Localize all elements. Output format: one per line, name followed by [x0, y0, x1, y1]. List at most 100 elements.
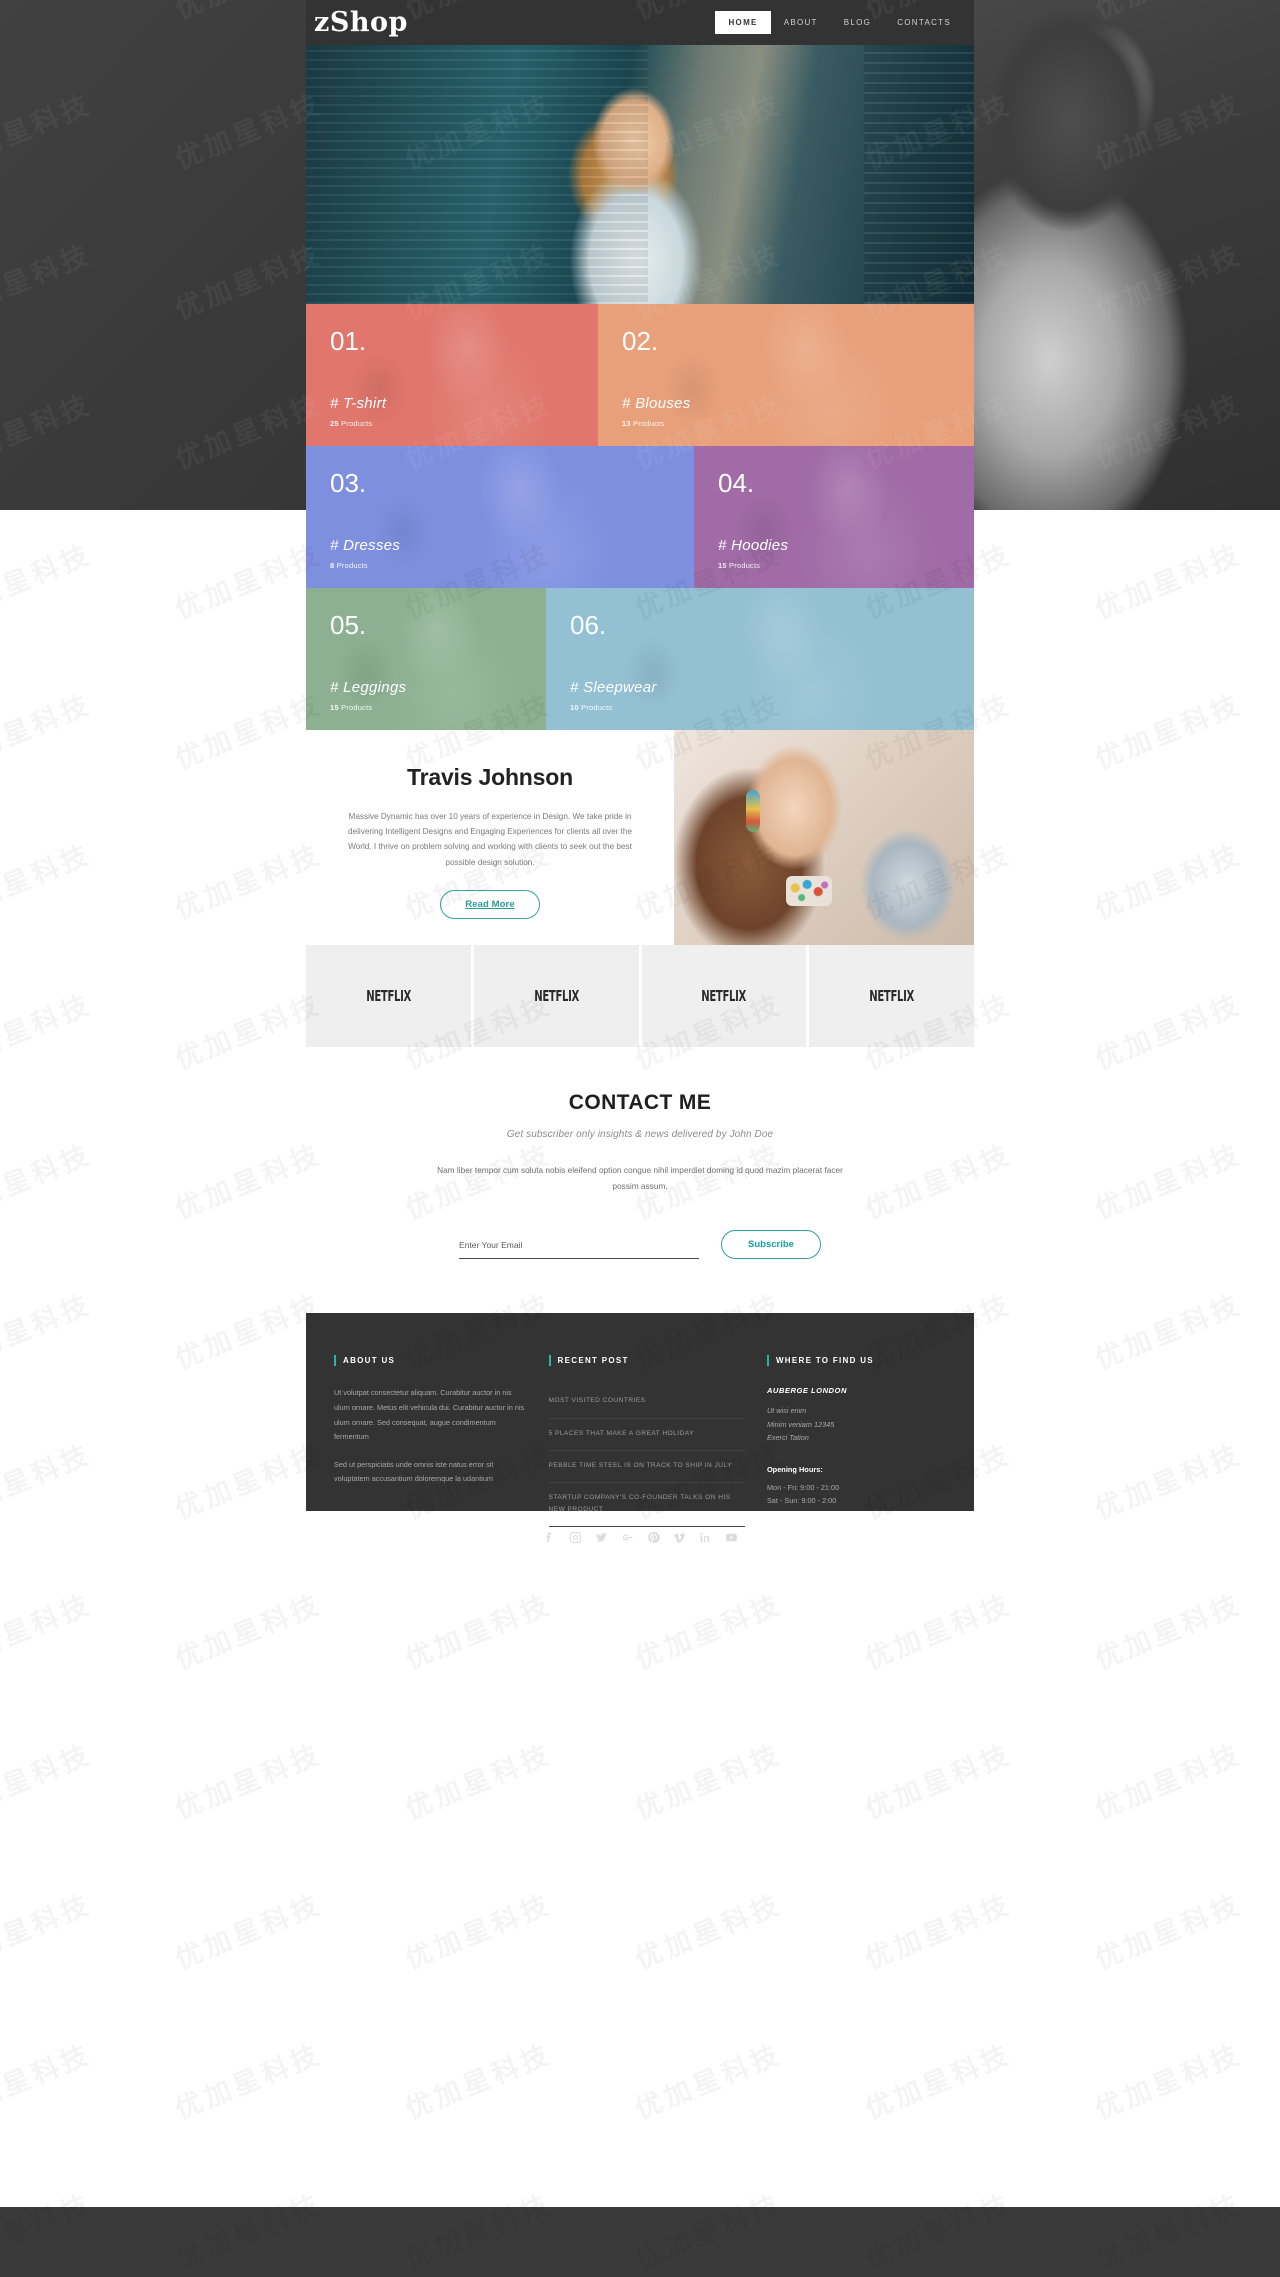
heading-accent-bar — [334, 1355, 336, 1367]
category-count: 13 Products — [622, 419, 950, 428]
about-portrait-image — [674, 730, 974, 945]
vimeo-icon[interactable] — [672, 1531, 686, 1544]
footer-heading-recent: RECENT POST — [548, 1355, 745, 1367]
google-plus-icon[interactable] — [621, 1531, 634, 1544]
email-input[interactable] — [459, 1240, 700, 1251]
hero-texture-left — [306, 45, 648, 304]
address-line: Minim veniam 12345 — [766, 1419, 835, 1429]
category-count-value: 15 — [330, 703, 339, 712]
contact-lead-text: Nam liber tempor cum soluta nobis eleife… — [437, 1165, 843, 1192]
category-count-value: 25 — [330, 419, 339, 428]
category-name: # Leggings — [330, 679, 407, 696]
venue-name: AUBERGE LONDON — [766, 1386, 847, 1396]
nav-item-about[interactable]: ABOUT — [771, 11, 831, 34]
about-paragraph: Sed ut perspiciatis unde omnis iste natu… — [334, 1459, 494, 1484]
category-count-value: 13 — [622, 419, 631, 428]
nav-item-blog[interactable]: BLOG — [831, 11, 884, 34]
category-count: 8 Products — [330, 561, 670, 570]
brand-logo-item[interactable]: NETFLIX — [474, 945, 642, 1047]
category-tile-blouses[interactable]: 02. # Blouses 13 Products — [598, 304, 974, 446]
category-info: # Leggings 15 Products — [330, 679, 522, 712]
category-info: # Blouses 13 Products — [622, 395, 950, 428]
email-field-wrapper — [459, 1235, 700, 1260]
brand-name: NETFLIX — [366, 987, 411, 1005]
footer-heading-about: ABOUT US — [334, 1355, 527, 1367]
contact-subtitle: Get subscriber only insights & news deli… — [506, 1129, 774, 1140]
site-container: zShop HOME ABOUT BLOG CONTACTS 01. # T-s… — [306, 0, 974, 1544]
category-tile-dresses[interactable]: 03. # Dresses 8 Products — [306, 446, 694, 588]
site-logo[interactable]: zShop — [314, 9, 408, 36]
brand-logo-item[interactable]: NETFLIX — [642, 945, 810, 1047]
category-tile-sleepwear[interactable]: 06. # Sleepwear 10 Products — [546, 588, 974, 730]
category-number: 06. — [570, 610, 607, 640]
category-info: # Dresses 8 Products — [330, 537, 670, 570]
recent-post-link[interactable]: STARTUP COMPANY'S CO-FOUNDER TALKS ON HI… — [548, 1483, 745, 1528]
category-count-label: Products — [341, 419, 373, 428]
category-name: # T-shirt — [330, 395, 387, 412]
category-count-value: 10 — [570, 703, 579, 712]
category-count-value: 15 — [718, 561, 727, 570]
read-more-button[interactable]: Read More — [440, 889, 540, 919]
category-tile-tshirt[interactable]: 01. # T-shirt 25 Products — [306, 304, 598, 446]
heading-accent-bar — [766, 1355, 769, 1367]
category-number: 02. — [622, 326, 659, 356]
about-text-block: Travis Johnson Massive Dynamic has over … — [306, 730, 674, 945]
facebook-icon[interactable] — [543, 1531, 556, 1544]
author-bio: Massive Dynamic has over 10 years of exp… — [348, 812, 632, 867]
category-count-label: Products — [633, 419, 665, 428]
category-count-value: 8 — [330, 561, 335, 570]
linkedin-icon[interactable] — [699, 1531, 712, 1544]
category-number: 03. — [330, 468, 367, 498]
brand-logos-strip: NETFLIX NETFLIX NETFLIX NETFLIX — [306, 945, 974, 1047]
category-count-label: Products — [341, 703, 373, 712]
author-name: Travis Johnson — [407, 764, 573, 790]
brand-logo-item[interactable]: NETFLIX — [306, 945, 474, 1047]
brand-name: NETFLIX — [869, 987, 914, 1005]
main-nav: HOME ABOUT BLOG CONTACTS — [715, 11, 974, 34]
brand-logo-item[interactable]: NETFLIX — [809, 945, 974, 1047]
category-count: 15 Products — [718, 561, 950, 570]
twitter-icon[interactable] — [595, 1531, 608, 1544]
subscribe-button[interactable]: Subscribe — [721, 1230, 821, 1260]
recent-post-link[interactable]: 5 PLACES THAT MAKE A GREAT HOLIDAY — [548, 1419, 745, 1451]
nav-item-home[interactable]: HOME — [715, 11, 771, 34]
footer-heading-find-us: WHERE TO FIND US — [766, 1355, 946, 1367]
recent-post-link[interactable]: PEBBLE TIME STEEL IS ON TRACK TO SHIP IN… — [548, 1451, 745, 1483]
category-name: # Dresses — [330, 537, 401, 554]
youtube-icon[interactable] — [725, 1531, 738, 1544]
category-count-label: Products — [581, 703, 613, 712]
nav-item-contacts[interactable]: CONTACTS — [884, 11, 964, 34]
hero-texture-right — [864, 45, 974, 304]
footer-column-find-us: WHERE TO FIND US AUBERGE LONDON Ut wisi … — [766, 1355, 946, 1505]
brand-name: NETFLIX — [701, 987, 747, 1005]
contact-section: CONTACT ME Get subscriber only insights … — [306, 1047, 974, 1314]
instagram-icon[interactable] — [569, 1531, 582, 1544]
pinterest-icon[interactable] — [647, 1531, 660, 1544]
category-info: # T-shirt 25 Products — [330, 395, 574, 428]
bracelet-detail — [786, 876, 832, 906]
contact-title: CONTACT ME — [568, 1091, 712, 1114]
category-count-label: Products — [729, 561, 761, 570]
hero-banner — [306, 45, 974, 304]
about-section: Travis Johnson Massive Dynamic has over … — [306, 730, 974, 945]
category-count: 10 Products — [570, 703, 950, 712]
category-row-1: 01. # T-shirt 25 Products 02. # Blouses … — [306, 304, 974, 446]
subscribe-form: Subscribe — [306, 1230, 974, 1260]
footer-heading-text: WHERE TO FIND US — [775, 1356, 874, 1366]
footer-column-about: ABOUT US Ut volutpat consectetur aliquam… — [334, 1355, 549, 1483]
site-footer: ABOUT US Ut volutpat consectetur aliquam… — [306, 1313, 974, 1528]
category-number: 01. — [330, 326, 367, 356]
address-line: Exerci Tation — [766, 1433, 809, 1443]
category-tile-leggings[interactable]: 05. # Leggings 15 Products — [306, 588, 546, 730]
recent-post-link[interactable]: MOST VISITED COUNTRIES — [548, 1386, 745, 1419]
category-name: # Hoodies — [718, 537, 789, 554]
opening-hours-line: Sat - Sun: 9:00 - 2:00 — [766, 1495, 837, 1505]
category-number: 04. — [718, 468, 755, 498]
brand-name: NETFLIX — [533, 987, 579, 1005]
category-name: # Sleepwear — [570, 679, 657, 696]
address-line: Ut wisi enim — [766, 1406, 807, 1416]
category-tile-hoodies[interactable]: 04. # Hoodies 15 Products — [694, 446, 974, 588]
category-row-2: 03. # Dresses 8 Products 04. # Hoodies 1… — [306, 446, 974, 588]
footer-column-recent-post: RECENT POST MOST VISITED COUNTRIES 5 PLA… — [548, 1355, 767, 1528]
site-header: zShop HOME ABOUT BLOG CONTACTS — [306, 0, 974, 45]
